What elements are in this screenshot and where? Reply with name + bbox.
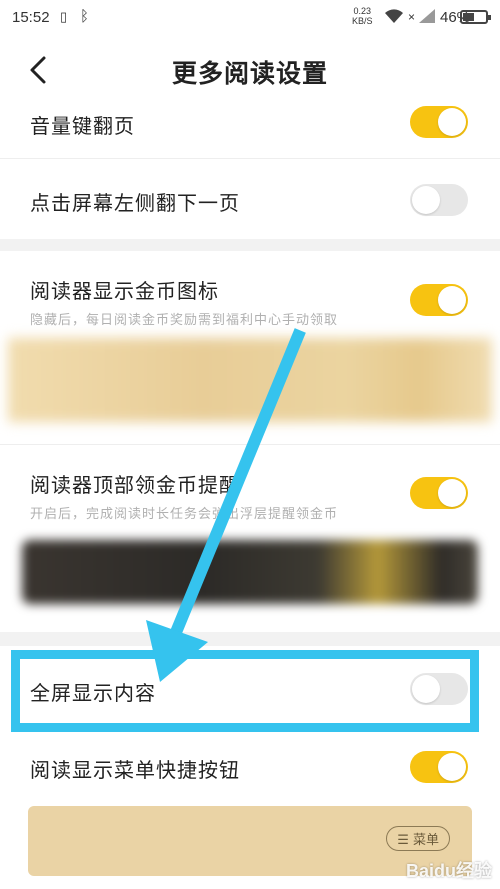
annotation-arrow — [146, 328, 306, 682]
watermark: Baidu经验 — [405, 861, 492, 881]
